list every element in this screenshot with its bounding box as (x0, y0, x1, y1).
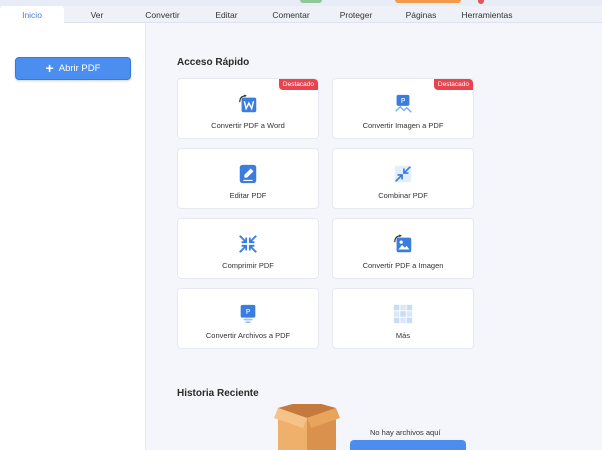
recent-history-title: Historia Reciente (177, 388, 259, 399)
featured-badge: Destacado (278, 79, 318, 90)
recent-open-button[interactable] (350, 440, 466, 450)
tab-comentar[interactable]: Comentar (258, 6, 324, 23)
quick-access-title: Acceso Rápido (177, 57, 250, 68)
card-label: Combinar PDF (378, 191, 428, 200)
notification-dot (478, 0, 484, 4)
card-combine-pdf[interactable]: Combinar PDF (332, 148, 474, 209)
svg-text:P: P (246, 307, 251, 316)
tab-ver[interactable]: Ver (64, 6, 130, 23)
tab-editar[interactable]: Editar (195, 6, 258, 23)
svg-text:P: P (401, 96, 406, 105)
pdf-to-word-icon (239, 94, 257, 113)
ribbon-tab-bar: Inicio Ver Convertir Editar Comentar Pro… (0, 6, 602, 23)
card-more[interactable]: Más (332, 288, 474, 349)
tab-paginas[interactable]: Páginas (388, 6, 454, 23)
image-to-pdf-icon: P (395, 94, 412, 113)
open-pdf-label: Abrir PDF (58, 63, 101, 74)
card-label: Comprimir PDF (222, 261, 274, 270)
featured-badge: Destacado (433, 79, 473, 90)
card-label: Convertir PDF a Word (211, 121, 285, 130)
card-label: Convertir PDF a Imagen (362, 261, 444, 270)
tab-proteger[interactable]: Proteger (324, 6, 388, 23)
card-label: Convertir Archivos a PDF (205, 331, 291, 340)
card-convert-pdf-to-image[interactable]: Convertir PDF a Imagen (332, 218, 474, 279)
card-convert-pdf-to-word[interactable]: Destacado Convertir PDF a Word (177, 78, 319, 139)
card-compress-pdf[interactable]: Comprimir PDF (177, 218, 319, 279)
open-box-icon (274, 404, 340, 450)
card-label: Convertir Imagen a PDF (362, 121, 444, 130)
card-label: Editar PDF (229, 191, 267, 200)
tab-herramientas[interactable]: Herramientas (454, 6, 520, 23)
tab-convertir[interactable]: Convertir (130, 6, 195, 23)
more-grid-icon (393, 304, 413, 324)
compress-pdf-icon (239, 235, 257, 253)
card-convert-image-to-pdf[interactable]: Destacado P Convertir Imagen a PDF (332, 78, 474, 139)
plus-icon: + (45, 60, 54, 76)
card-edit-pdf[interactable]: Editar PDF (177, 148, 319, 209)
card-label: Más (395, 331, 411, 340)
toolbar-marker (300, 0, 322, 3)
empty-recent-text: No hay archivos aquí (370, 428, 441, 437)
pdf-to-image-icon (394, 234, 412, 253)
tab-inicio[interactable]: Inicio (0, 6, 64, 23)
toolbar-accent (395, 0, 461, 3)
files-to-pdf-icon: P (240, 304, 256, 324)
edit-pdf-icon (239, 164, 257, 184)
card-convert-files-to-pdf[interactable]: P Convertir Archivos a PDF (177, 288, 319, 349)
sidebar: + Abrir PDF (0, 23, 146, 450)
combine-pdf-icon (394, 165, 412, 183)
open-pdf-button[interactable]: + Abrir PDF (15, 57, 131, 80)
